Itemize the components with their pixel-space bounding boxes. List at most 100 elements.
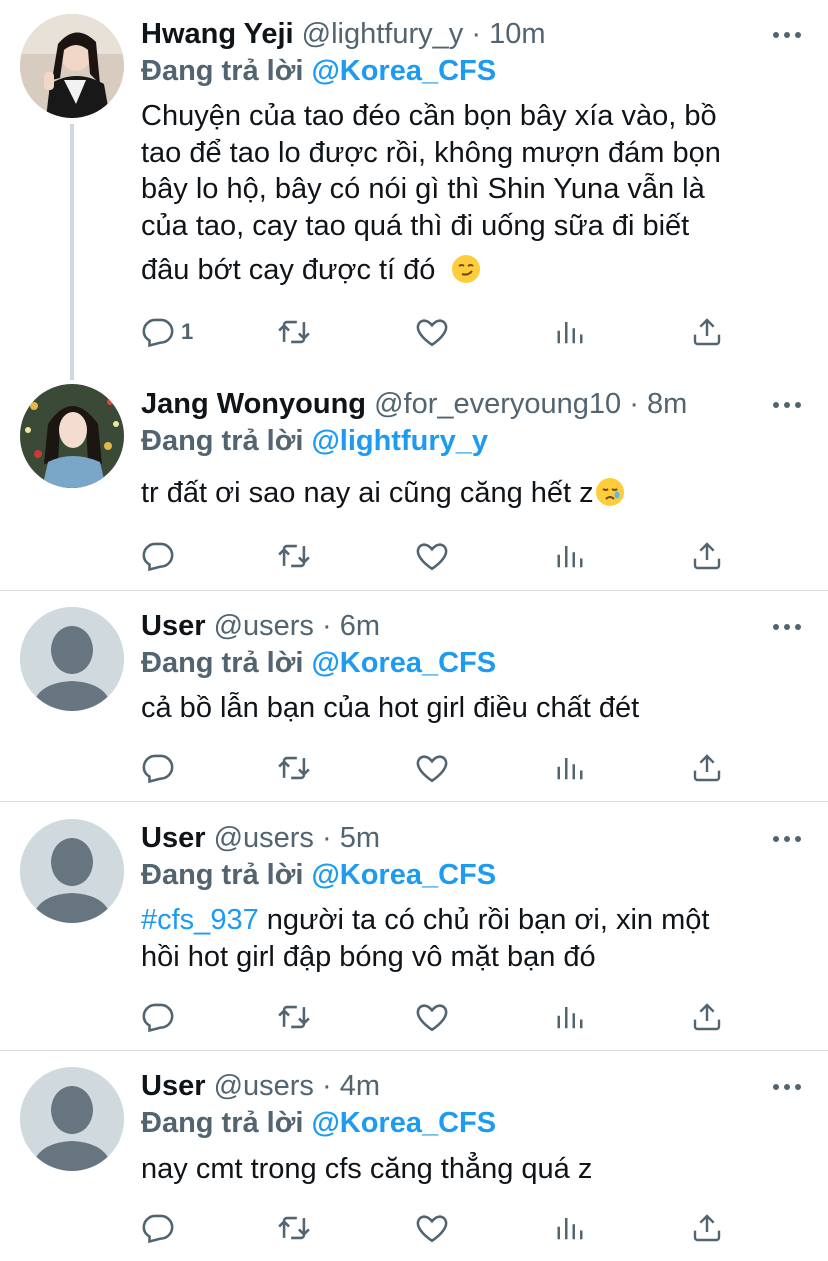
reply-button[interactable]: 1	[141, 314, 193, 350]
default-avatar-icon	[20, 1067, 124, 1171]
views-button[interactable]	[555, 538, 585, 574]
user-handle[interactable]: @users	[214, 822, 314, 854]
views-icon	[557, 1218, 583, 1240]
tweet-actions: 1	[141, 314, 741, 350]
views-button[interactable]	[555, 1210, 585, 1246]
reply-button[interactable]	[141, 750, 175, 786]
avatar[interactable]	[20, 1067, 124, 1171]
display-name[interactable]: User	[141, 822, 206, 854]
retweet-icon	[278, 1216, 310, 1240]
tweet-4[interactable]: User @users · 5m Đang trả lời @Korea_CFS…	[0, 804, 828, 1050]
avatar[interactable]	[20, 819, 124, 923]
replying-to-label: Đang trả lời	[141, 859, 304, 891]
like-icon	[416, 543, 448, 571]
smirk-emoji-icon	[451, 255, 480, 283]
share-button[interactable]	[691, 750, 723, 786]
timestamp[interactable]: 10m	[489, 18, 545, 50]
replying-to: Đang trả lời @Korea_CFS	[141, 857, 496, 893]
like-button[interactable]	[415, 999, 449, 1035]
like-button[interactable]	[415, 314, 449, 350]
timestamp[interactable]: 6m	[340, 610, 380, 642]
tweet-text-segment: tr đất ơi sao nay ai cũng căng hết z	[141, 477, 594, 509]
retweet-button[interactable]	[276, 750, 312, 786]
avatar[interactable]	[20, 14, 124, 118]
separator-dot: ·	[321, 1070, 332, 1102]
hashtag-link[interactable]: #cfs_937	[141, 904, 259, 936]
tweet-text-line: hồi hot girl đập bóng vô mặt bạn đó	[141, 940, 596, 973]
mention-link[interactable]: @Korea_CFS	[311, 1107, 496, 1139]
tweet-text-line: bây lo hộ, bây có nói gì thì Shin Yuna v…	[141, 173, 705, 205]
timestamp[interactable]: 4m	[340, 1070, 380, 1102]
avatar[interactable]	[20, 384, 124, 488]
tweet-2[interactable]: Jang Wonyoung @for_everyoung10 · 8m Đang…	[0, 370, 828, 590]
views-button[interactable]	[555, 750, 585, 786]
retweet-button[interactable]	[276, 538, 312, 574]
user-handle[interactable]: @lightfury_y	[302, 18, 464, 50]
more-icon[interactable]	[772, 1082, 802, 1092]
separator-dot: ·	[629, 388, 639, 420]
share-button[interactable]	[691, 999, 723, 1035]
display-name[interactable]: Jang Wonyoung	[141, 388, 366, 420]
tweet-actions	[141, 750, 741, 786]
tweet-header: User @users · 4m	[141, 1068, 768, 1104]
share-icon	[693, 1214, 721, 1242]
more-icon[interactable]	[772, 30, 802, 40]
tweet-3[interactable]: User @users · 6m Đang trả lời @Korea_CFS…	[0, 592, 828, 800]
tweet-text: nay cmt trong cfs căng thẳng quá z	[141, 1153, 593, 1185]
reply-count: 1	[181, 319, 194, 344]
retweet-button[interactable]	[276, 314, 312, 350]
more-icon[interactable]	[772, 834, 802, 844]
like-button[interactable]	[415, 538, 449, 574]
retweet-icon	[278, 1005, 310, 1029]
user-handle[interactable]: @users	[214, 1070, 314, 1102]
views-icon	[557, 1007, 583, 1029]
tweet-divider	[0, 590, 828, 591]
user-handle[interactable]: @for_everyoung10	[374, 388, 621, 420]
display-name[interactable]: User	[141, 1070, 206, 1102]
views-button[interactable]	[555, 314, 585, 350]
default-avatar-icon	[20, 819, 124, 923]
share-button[interactable]	[691, 314, 723, 350]
more-icon[interactable]	[772, 622, 802, 632]
retweet-icon	[278, 756, 310, 780]
separator-dot: ·	[321, 822, 332, 854]
reply-button[interactable]	[141, 999, 175, 1035]
like-button[interactable]	[415, 750, 449, 786]
replying-to: Đang trả lời @Korea_CFS	[141, 1105, 496, 1141]
avatar[interactable]	[20, 607, 124, 711]
share-button[interactable]	[691, 1210, 723, 1246]
display-name[interactable]: User	[141, 610, 206, 642]
retweet-button[interactable]	[276, 1210, 312, 1246]
share-button[interactable]	[691, 538, 723, 574]
more-icon[interactable]	[772, 400, 802, 410]
replying-to: Đang trả lời @lightfury_y	[141, 423, 488, 459]
timestamp[interactable]: 8m	[647, 388, 687, 420]
like-icon	[416, 1215, 448, 1243]
display-name[interactable]: Hwang Yeji	[141, 18, 294, 50]
tweet-actions	[141, 999, 741, 1035]
share-icon	[693, 1003, 721, 1031]
tweet-header: Jang Wonyoung @for_everyoung10 · 8m	[141, 386, 768, 422]
separator-dot: ·	[321, 610, 332, 642]
share-icon	[693, 754, 721, 782]
mention-link[interactable]: @Korea_CFS	[311, 647, 496, 679]
mention-link[interactable]: @Korea_CFS	[311, 55, 496, 87]
user-handle[interactable]: @users	[214, 610, 314, 642]
default-avatar-icon	[20, 607, 124, 711]
retweet-button[interactable]	[276, 999, 312, 1035]
tweet-text-line: tao để tao lo được rồi, không mượn đám b…	[141, 136, 721, 169]
like-button[interactable]	[415, 1210, 449, 1246]
views-button[interactable]	[555, 999, 585, 1035]
mention-link[interactable]: @lightfury_y	[311, 425, 488, 457]
tweet-text-line: #cfs_937 người ta có chủ rồi bạn ơi, xin…	[141, 902, 791, 939]
tweet-text: Chuyện của tao đéo cần bọn bây xía vào, …	[141, 98, 791, 289]
reply-button[interactable]	[141, 1210, 175, 1246]
mention-link[interactable]: @Korea_CFS	[311, 859, 496, 891]
timestamp[interactable]: 5m	[340, 822, 380, 854]
tweet-1[interactable]: Hwang Yeji @lightfury_y · 10m Đang trả l…	[0, 0, 828, 370]
tweet-header: Hwang Yeji @lightfury_y · 10m	[141, 16, 768, 52]
tweet-5[interactable]: User @users · 4m Đang trả lời @Korea_CFS…	[0, 1052, 828, 1261]
reply-button[interactable]	[141, 538, 175, 574]
tweet-text-segment: đâu bớt cay được tí đó	[141, 254, 436, 286]
reply-icon	[142, 318, 174, 348]
